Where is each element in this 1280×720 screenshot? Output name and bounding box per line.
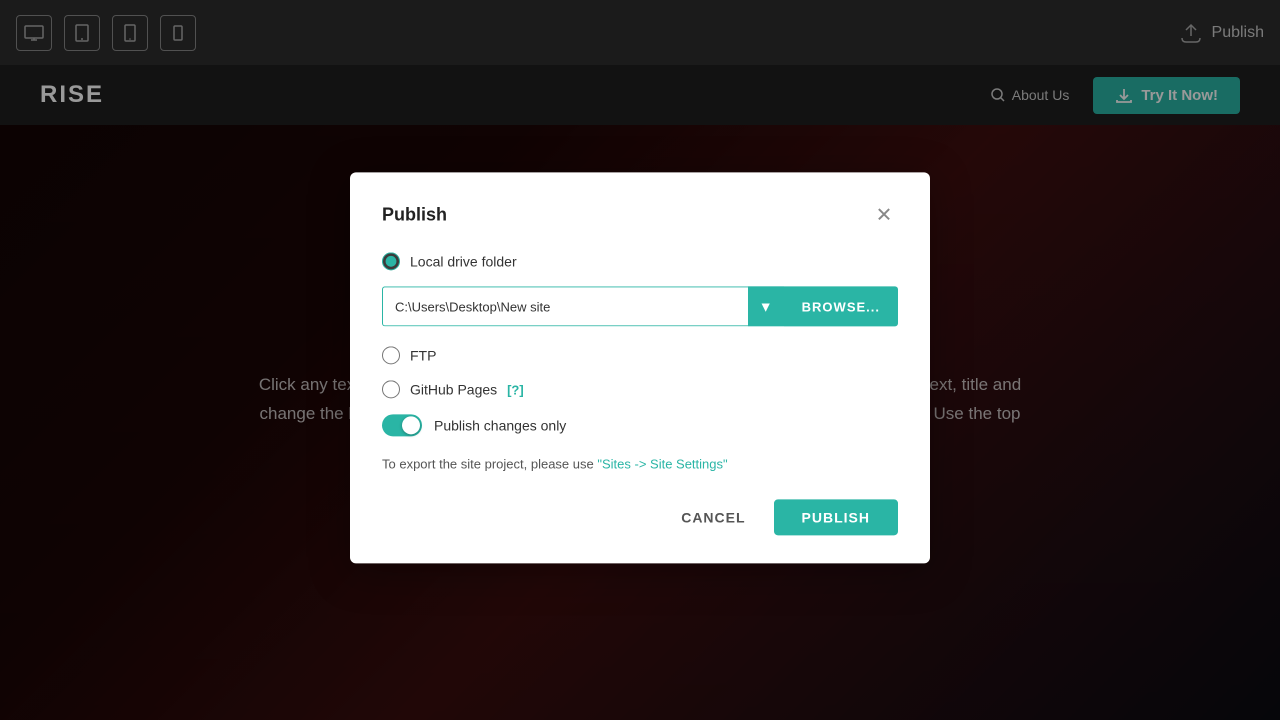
site-settings-link[interactable]: "Sites -> Site Settings" bbox=[597, 456, 727, 471]
local-drive-radio[interactable] bbox=[382, 252, 400, 270]
publish-changes-toggle[interactable] bbox=[382, 414, 422, 436]
path-dropdown-button[interactable]: ▼ bbox=[748, 286, 784, 326]
modal-header: Publish ✕ bbox=[382, 200, 898, 228]
local-drive-label: Local drive folder bbox=[410, 253, 517, 269]
publish-modal-wrapper: Publish ✕ Local drive folder ▼ BROWSE...… bbox=[350, 172, 930, 563]
modal-close-button[interactable]: ✕ bbox=[870, 200, 898, 228]
modal-footer: CANCEL PUBLISH bbox=[382, 499, 898, 535]
github-radio[interactable] bbox=[382, 380, 400, 398]
page-background: Publish RISE About Us bbox=[0, 0, 1280, 720]
ftp-radio[interactable] bbox=[382, 346, 400, 364]
toggle-row: Publish changes only bbox=[382, 414, 898, 436]
github-option[interactable]: GitHub Pages [?] bbox=[382, 380, 898, 398]
github-help-link[interactable]: [?] bbox=[507, 382, 524, 397]
path-row: ▼ BROWSE... bbox=[382, 286, 898, 326]
publish-modal: Publish ✕ Local drive folder ▼ BROWSE...… bbox=[350, 172, 930, 563]
publish-button[interactable]: PUBLISH bbox=[774, 499, 898, 535]
browse-button[interactable]: BROWSE... bbox=[784, 286, 898, 326]
ftp-label: FTP bbox=[410, 347, 436, 363]
toggle-label: Publish changes only bbox=[434, 417, 566, 433]
github-label: GitHub Pages [?] bbox=[410, 381, 524, 397]
modal-title: Publish bbox=[382, 204, 447, 225]
local-drive-option[interactable]: Local drive folder bbox=[382, 252, 898, 270]
cancel-button[interactable]: CANCEL bbox=[665, 499, 761, 535]
export-note: To export the site project, please use "… bbox=[382, 456, 898, 471]
ftp-option[interactable]: FTP bbox=[382, 346, 898, 364]
path-input[interactable] bbox=[382, 286, 748, 326]
